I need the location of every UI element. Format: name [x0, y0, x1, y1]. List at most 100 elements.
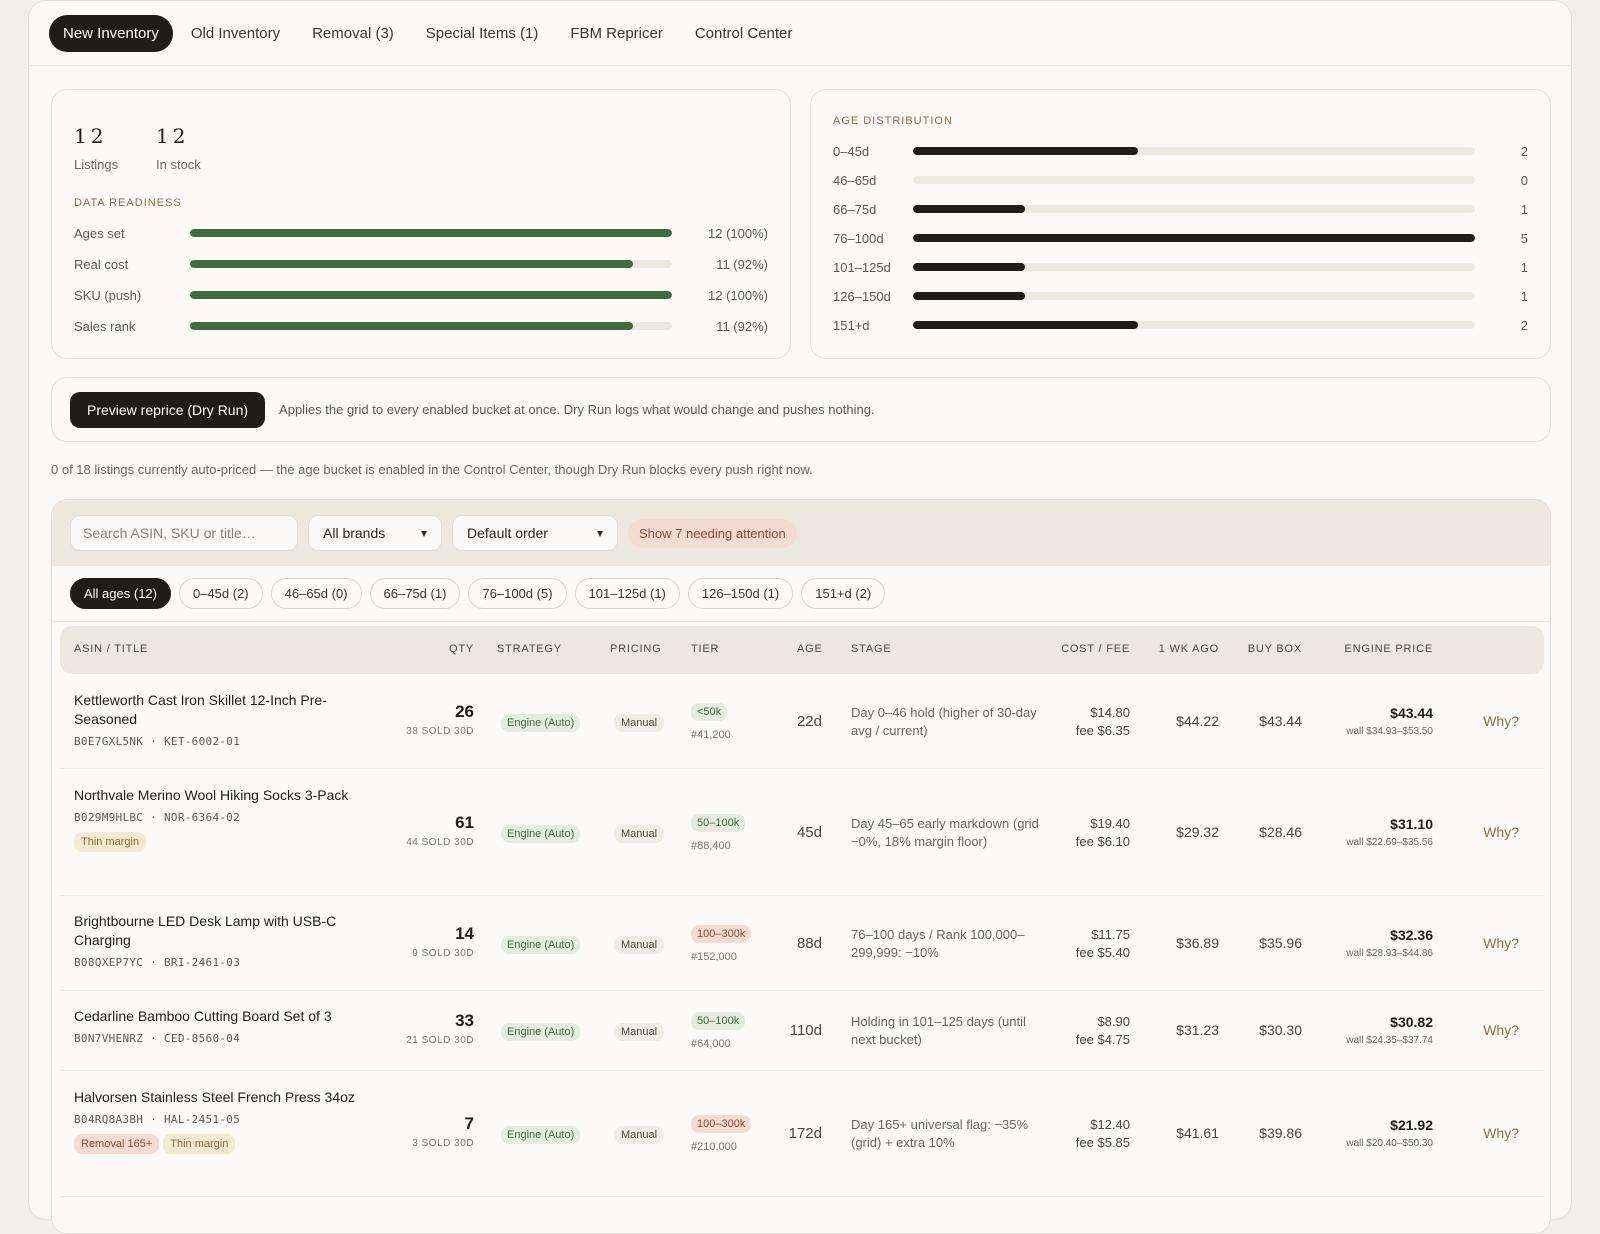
main-tabs: New Inventory Old Inventory Removal (3) …	[29, 1, 1571, 66]
age-bucket-label: 126–150d	[833, 288, 891, 304]
col-engine-price[interactable]: ENGINE PRICE	[1345, 643, 1433, 655]
strategy-badge[interactable]: Engine (Auto)	[501, 1126, 581, 1144]
col-tier[interactable]: TIER	[691, 643, 719, 655]
col-qty[interactable]: QTY	[449, 643, 474, 655]
age-chip-all[interactable]: All ages (12)	[70, 578, 171, 609]
why-link[interactable]: Why?	[1483, 935, 1519, 951]
app-window: New Inventory Old Inventory Removal (3) …	[28, 0, 1572, 1234]
why-link[interactable]: Why?	[1483, 824, 1519, 840]
pricing-badge[interactable]: Manual	[614, 1126, 665, 1144]
age-chip-151[interactable]: 151+d (2)	[801, 578, 886, 609]
sales-rank: #64,000	[691, 1038, 731, 1050]
readiness-row-sales-rank: Sales rank 11 (92%)	[74, 318, 768, 334]
strategy-cell: Engine (Auto)	[501, 713, 581, 732]
col-1wk-ago[interactable]: 1 WK AGO	[1159, 643, 1219, 655]
reprice-description: Applies the grid to every enabled bucket…	[279, 402, 875, 417]
preview-reprice-button[interactable]: Preview reprice (Dry Run)	[70, 391, 266, 428]
age-bucket-row: 151+d 2	[833, 317, 1528, 333]
readiness-row-sku: SKU (push) 12 (100%)	[74, 287, 768, 303]
tier-cell: 100–300k #210,000	[691, 1114, 752, 1153]
age-bucket-row: 76–100d 5	[833, 230, 1528, 246]
age-bucket-row: 66–75d 1	[833, 201, 1528, 217]
age-chip-126-150[interactable]: 126–150d (1)	[687, 578, 794, 609]
tier-cell: 50–100k #88,400	[691, 813, 746, 852]
age-chip-76-100[interactable]: 76–100d (5)	[468, 578, 567, 609]
tab-old-inventory[interactable]: Old Inventory	[177, 15, 294, 52]
engine-price: $43.44	[1390, 705, 1433, 721]
age-chip-0-45[interactable]: 0–45d (2)	[178, 578, 263, 609]
table-row[interactable]: Kettleworth Cast Iron Skillet 12-Inch Pr…	[60, 675, 1544, 769]
price-1wk-ago: $41.61	[1176, 1125, 1219, 1141]
col-cost-fee[interactable]: COST / FEE	[1061, 643, 1130, 655]
col-pricing[interactable]: PRICING	[610, 643, 661, 655]
fee-value: fee $5.40	[1075, 944, 1130, 960]
age-value: 110d	[789, 1022, 822, 1039]
col-strategy[interactable]: STRATEGY	[497, 643, 562, 655]
strategy-cell: Engine (Auto)	[501, 824, 581, 843]
row-tags: Removal 165+ Thin margin	[74, 1126, 364, 1154]
why-link[interactable]: Why?	[1483, 1125, 1519, 1141]
table-row[interactable]: Cedarline Bamboo Cutting Board Set of 3 B…	[60, 991, 1544, 1071]
col-buy-box[interactable]: BUY BOX	[1248, 643, 1302, 655]
tier-cell: <50k #41,200	[691, 702, 731, 741]
table-row[interactable]: Northvale Merino Wool Hiking Socks 3-Pac…	[60, 769, 1544, 896]
tier-badge: 100–300k	[691, 924, 752, 943]
cost-fee-cell: $8.90 fee $4.75	[1076, 1013, 1130, 1049]
cost-value: $14.80	[1090, 705, 1130, 720]
col-age[interactable]: AGE	[797, 643, 823, 655]
readiness-row-real-cost: Real cost 11 (92%)	[74, 256, 768, 272]
readiness-label: Real cost	[74, 256, 129, 272]
col-stage[interactable]: STAGE	[851, 643, 891, 655]
sales-rank: #41,200	[691, 729, 731, 741]
age-bucket-label: 151+d	[833, 317, 870, 333]
product-title[interactable]: Halvorsen Stainless Steel French Press 3…	[74, 1088, 364, 1107]
engine-price-cell: $21.92 wall $20.40–$50.30	[1346, 1117, 1433, 1149]
age-chip-101-125[interactable]: 101–125d (1)	[574, 578, 680, 609]
pricing-badge[interactable]: Manual	[614, 714, 665, 732]
attention-filter-button[interactable]: Show 7 needing attention	[628, 518, 797, 548]
tab-new-inventory[interactable]: New Inventory	[49, 14, 173, 52]
pricing-badge[interactable]: Manual	[614, 1023, 665, 1041]
pricing-badge[interactable]: Manual	[614, 824, 665, 843]
why-link[interactable]: Why?	[1483, 1022, 1519, 1038]
readiness-label: Ages set	[74, 225, 125, 241]
chevron-down-icon: ▾	[596, 526, 603, 540]
col-asin-title[interactable]: ASIN / TITLE	[74, 643, 148, 655]
strategy-badge[interactable]: Engine (Auto)	[501, 1023, 581, 1041]
order-select[interactable]: Default order ▾	[452, 515, 618, 551]
table-row[interactable]: Halvorsen Stainless Steel French Press 3…	[60, 1071, 1544, 1197]
product-title[interactable]: Cedarline Bamboo Cutting Board Set of 3	[74, 1007, 364, 1026]
product-title[interactable]: Brightbourne LED Desk Lamp with USB-C Ch…	[74, 912, 364, 950]
price-1wk-ago: $31.23	[1176, 1022, 1219, 1038]
brand-select[interactable]: All brands ▾	[308, 515, 442, 551]
strategy-cell: Engine (Auto)	[501, 1125, 581, 1144]
product-sku: B0E7GXL5NK · KET-6002-01	[74, 735, 241, 748]
strategy-badge[interactable]: Engine (Auto)	[501, 824, 581, 843]
pricing-badge[interactable]: Manual	[614, 935, 665, 954]
tab-fbm-repricer[interactable]: FBM Repricer	[556, 15, 677, 52]
pricing-cell: Manual	[614, 824, 665, 843]
sold-30d: 38 SOLD 30D	[406, 726, 474, 737]
tab-removal[interactable]: Removal (3)	[298, 15, 408, 52]
buy-box-price: $28.46	[1259, 823, 1302, 840]
age-chip-46-65[interactable]: 46–65d (0)	[270, 578, 362, 609]
tab-control-center[interactable]: Control Center	[681, 15, 807, 52]
why-link[interactable]: Why?	[1483, 713, 1519, 729]
product-cell: Halvorsen Stainless Steel French Press 3…	[74, 1088, 364, 1154]
pricing-cell: Manual	[614, 1125, 665, 1144]
strategy-badge[interactable]: Engine (Auto)	[501, 935, 581, 954]
stage-text: Holding in 101–125 days (until next buck…	[851, 1014, 1026, 1047]
table-row[interactable]: Brightbourne LED Desk Lamp with USB-C Ch…	[60, 896, 1544, 991]
tab-special-items[interactable]: Special Items (1)	[412, 15, 553, 52]
product-title[interactable]: Northvale Merino Wool Hiking Socks 3-Pac…	[74, 786, 364, 805]
age-bucket-bar	[913, 205, 1026, 213]
product-title[interactable]: Kettleworth Cast Iron Skillet 12-Inch Pr…	[74, 691, 364, 729]
fee-value: fee $6.10	[1075, 833, 1130, 849]
search-input[interactable]	[70, 515, 298, 551]
strategy-badge[interactable]: Engine (Auto)	[501, 714, 581, 732]
table-header: ASIN / TITLE QTY STRATEGY PRICING TIER A…	[60, 626, 1544, 674]
fee-value: fee $6.35	[1075, 723, 1130, 738]
buy-box-price: $43.44	[1259, 713, 1302, 729]
age-chip-66-75[interactable]: 66–75d (1)	[369, 578, 461, 609]
readiness-value: 12 (100%)	[708, 225, 768, 241]
